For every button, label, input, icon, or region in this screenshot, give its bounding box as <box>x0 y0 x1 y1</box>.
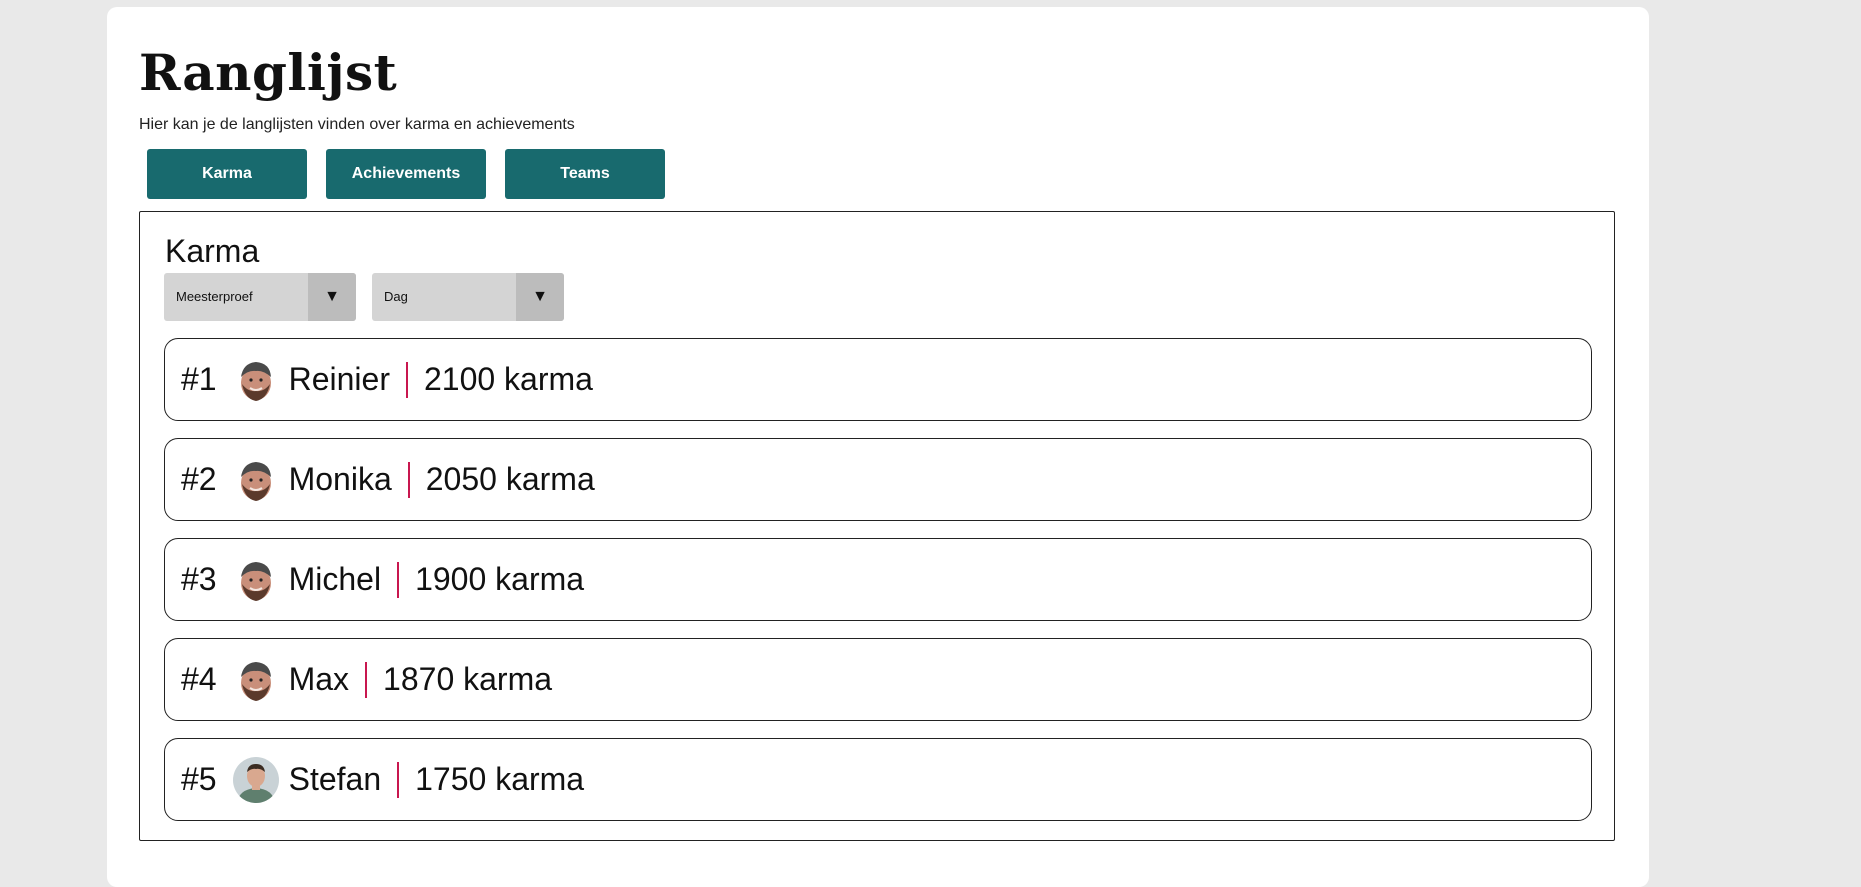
rank-name: Max <box>288 661 350 697</box>
avatar <box>232 456 279 503</box>
page-subtitle: Hier kan je de langlijsten vinden over k… <box>139 116 575 133</box>
tab-karma[interactable]: Karma <box>147 149 307 199</box>
rank-karma: 2050 karma <box>425 461 595 497</box>
avatar <box>232 756 279 803</box>
tab-achievements[interactable]: Achievements <box>326 149 486 199</box>
list-item: #1 Reinier 2100 karma <box>164 338 1592 421</box>
triangle-down-icon: ▼ <box>516 273 564 321</box>
group-select-value: Meesterproef <box>176 289 253 304</box>
rank-name: Michel <box>288 561 382 597</box>
rank-karma: 2100 karma <box>423 361 593 397</box>
list-item: #3 Michel 1900 karma <box>164 538 1592 621</box>
karma-panel: Karma Meesterproef ▼ Dag ▼ #1 Reinier 21… <box>139 211 1615 841</box>
filters: Meesterproef ▼ Dag ▼ <box>164 273 564 321</box>
rank-karma: 1750 karma <box>415 761 585 797</box>
rank-position: #5 <box>181 761 217 797</box>
rank-position: #2 <box>181 461 217 497</box>
tab-teams[interactable]: Teams <box>505 149 665 199</box>
avatar <box>232 656 279 703</box>
panel-title: Karma <box>165 233 260 269</box>
rank-name: Stefan <box>288 761 382 797</box>
list-item: #5 Stefan 1750 karma <box>164 738 1592 821</box>
leaderboard-tabs: Karma Achievements Teams <box>147 149 665 199</box>
period-select[interactable]: Dag ▼ <box>372 273 564 321</box>
leaderboard-card: Ranglijst Hier kan je de langlijsten vin… <box>107 7 1649 887</box>
page-title: Ranglijst <box>139 43 398 102</box>
period-select-value: Dag <box>384 289 408 304</box>
list-item: #4 Max 1870 karma <box>164 638 1592 721</box>
rank-position: #3 <box>181 561 217 597</box>
avatar <box>232 356 279 403</box>
rank-position: #1 <box>181 361 217 397</box>
rank-position: #4 <box>181 661 217 697</box>
rank-list: #1 Reinier 2100 karma #2 Monika 2050 kar… <box>164 338 1592 838</box>
divider <box>397 761 400 798</box>
rank-name: Monika <box>288 461 392 497</box>
rank-karma: 1900 karma <box>415 561 585 597</box>
divider <box>397 561 400 598</box>
rank-name: Reinier <box>288 361 390 397</box>
divider <box>405 361 408 398</box>
list-item: #2 Monika 2050 karma <box>164 438 1592 521</box>
divider <box>407 461 410 498</box>
avatar <box>232 556 279 603</box>
triangle-down-icon: ▼ <box>308 273 356 321</box>
rank-karma: 1870 karma <box>383 661 553 697</box>
group-select[interactable]: Meesterproef ▼ <box>164 273 356 321</box>
divider <box>365 661 368 698</box>
